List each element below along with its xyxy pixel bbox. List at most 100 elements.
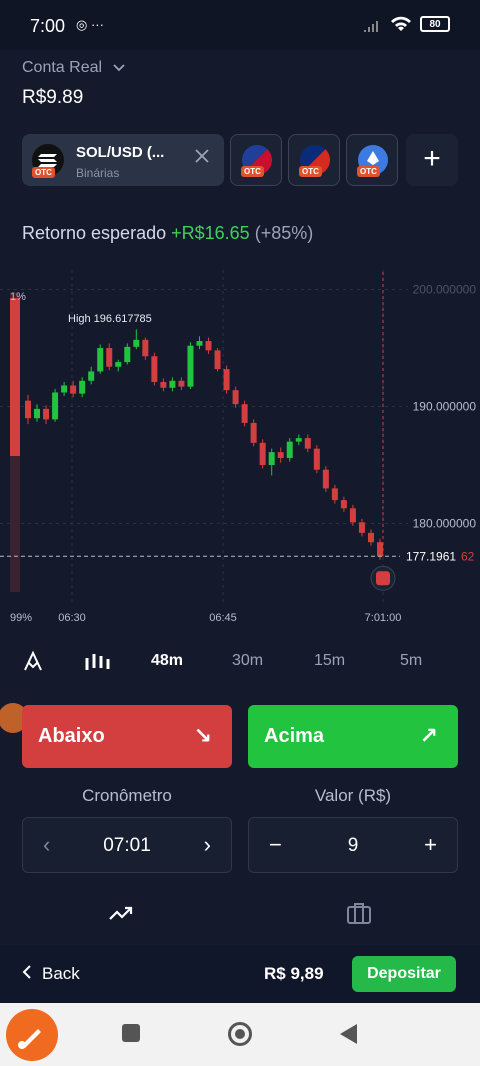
candle-body [367,532,374,543]
candle-body [340,500,347,509]
timeframe-30m[interactable]: 30m [232,652,263,670]
sentiment-bottom-label: 99% [10,612,32,624]
y-tick-label: 200.000000 [413,283,477,297]
candle-body [250,422,257,443]
account-type-selector[interactable]: Conta Real [22,59,125,77]
candle-body [169,380,176,388]
deposit-button[interactable]: Depositar [352,956,456,992]
footer-bar: Back R$ 9,89 Depositar [0,945,480,1003]
otc-badge: OTC [32,167,55,178]
candle-body [358,522,365,533]
price-chart[interactable]: 200.000000 190.000000 180.000000 1% 99% High … [0,262,480,632]
sentiment-top-label: 1% [10,291,26,303]
trend-icon[interactable] [108,903,134,923]
candle-body [304,438,311,449]
candle-body [187,345,194,387]
candle-body [223,369,230,391]
amount-control[interactable]: − 9 + [248,817,458,873]
status-notification-icons: ◎ ··· [76,17,104,32]
amount-label: Valor (R$) [314,786,392,805]
candle-body [295,438,302,442]
expected-return-percent: (+85%) [254,223,314,243]
bottom-tabs [0,895,480,935]
timer-label: Cronômetro [82,786,172,805]
asset-tab-aud-chf[interactable]: OTC [288,134,340,186]
portfolio-icon[interactable] [346,901,372,925]
chevron-down-icon [112,64,125,72]
candle-body [268,452,275,466]
candle-body [259,442,266,466]
solana-logo-icon: OTC [32,144,64,178]
system-nav-bar [0,1003,480,1066]
battery-icon: 80 [420,16,450,32]
candle-body [331,488,338,501]
wifi-icon [391,16,411,31]
candlestick-chart[interactable]: 200.000000 190.000000 180.000000 1% 99% High … [0,262,480,632]
candle-body [277,452,284,458]
current-price-tail: 62 [461,549,475,563]
asset-type: Binárias [76,166,120,180]
candle-body [88,371,95,381]
timer-control[interactable]: ‹ 07:01 › [22,817,232,873]
status-right: 80 [362,16,450,32]
down-label: Abaixo [38,725,105,747]
x-tick-label: 06:30 [58,612,86,624]
add-asset-button[interactable]: + [406,134,458,186]
asset-name: SOL/USD (... [76,144,165,161]
candle-body [178,380,185,387]
otc-badge: OTC [241,166,264,177]
up-label: Acima [264,725,325,747]
back-button[interactable]: Back [22,964,80,984]
timer-next-button[interactable]: › [204,832,211,858]
footer-balance: R$ 9,89 [264,964,324,983]
recents-icon[interactable] [122,1024,140,1042]
candle-body [52,392,59,420]
y-tick-label: 180.000000 [413,517,477,531]
sentiment-bar-fill [10,298,20,456]
candle-body [214,350,221,370]
amount-increase-button[interactable]: + [424,832,437,858]
home-icon[interactable] [228,1022,252,1046]
candle-body [79,380,86,394]
timeframe-15m[interactable]: 15m [314,652,345,670]
back-label: Back [42,964,80,983]
asset-tab-crypto[interactable]: OTC [346,134,398,186]
app-shortcut-icon[interactable] [6,1009,58,1061]
timer-value: 07:01 [103,835,151,856]
back-triangle-icon[interactable] [340,1024,357,1044]
candle-body [160,381,167,388]
candle-body [70,385,77,394]
timeframe-bar: 48m 30m 15m 5m [0,642,480,682]
candle-body [196,341,203,346]
candle-body [241,404,248,423]
candle-body [349,508,356,523]
candle-body [205,341,212,351]
x-tick-label: 06:45 [209,612,237,624]
y-tick-label: 190.000000 [413,400,477,414]
active-asset-tab[interactable]: OTC SOL/USD (... Binárias [22,134,224,186]
drawing-tools-icon[interactable] [22,650,44,672]
close-icon[interactable] [194,148,210,164]
candle-body [61,385,68,393]
asset-tab-eur-gbp[interactable]: OTC [230,134,282,186]
buy-up-button[interactable]: Acima ↗ [248,705,458,768]
expected-return-label: Retorno esperado [22,223,167,243]
expected-return: Retorno esperado +R$16.65 (+85%) [22,223,313,244]
chart-type-icon[interactable] [84,650,112,672]
account-header[interactable]: Conta Real R$9.89 [0,50,480,116]
candle-body [106,348,113,367]
sell-down-button[interactable]: Abaixo ↘ [22,705,232,768]
high-annotation: High 196.617785 [68,313,152,325]
account-type-label: Conta Real [22,59,103,76]
timeframe-48m[interactable]: 48m [151,652,183,670]
candle-body [34,408,41,419]
otc-badge: OTC [299,166,322,177]
candle-body [377,542,383,557]
candle-body [97,348,104,372]
candle-body [142,339,149,357]
candle-body [25,400,31,419]
expected-return-amount: +R$16.65 [171,223,250,243]
candle-body [286,441,293,458]
status-time: 7:00 [30,16,66,36]
timeframe-5m[interactable]: 5m [400,652,422,670]
